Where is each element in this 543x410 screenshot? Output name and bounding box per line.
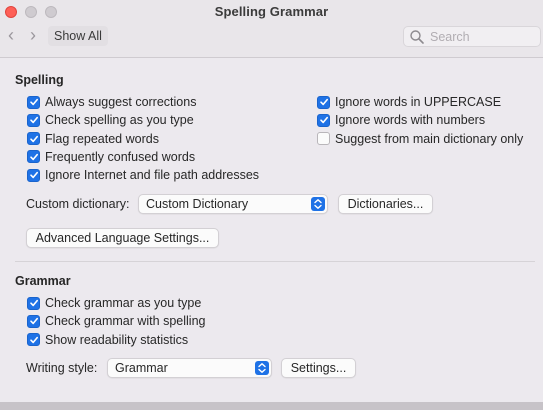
- checkmark-icon: [29, 135, 38, 142]
- spelling-option[interactable]: Always suggest corrections: [27, 94, 196, 110]
- writing-style-select[interactable]: Grammar: [107, 358, 272, 378]
- spelling-option[interactable]: Ignore words in UPPERCASE: [317, 94, 501, 110]
- checkbox-checked[interactable]: [317, 113, 330, 127]
- checkbox-checked[interactable]: [27, 314, 40, 328]
- show-all-button[interactable]: Show All: [48, 26, 108, 46]
- checkbox-checked[interactable]: [27, 132, 40, 146]
- checkmark-icon: [29, 117, 38, 124]
- back-arrow-icon[interactable]: ‹: [8, 26, 14, 44]
- search-field[interactable]: Search: [403, 26, 541, 47]
- advanced-language-settings-button[interactable]: Advanced Language Settings...: [26, 228, 219, 248]
- checkbox-label: Frequently confused words: [45, 149, 196, 164]
- checkmark-icon: [29, 171, 38, 179]
- section-divider: [15, 261, 535, 262]
- checkmark-icon: [319, 117, 328, 124]
- writing-style-settings-button[interactable]: Settings...: [281, 358, 356, 378]
- checkbox-label: Check grammar with spelling: [45, 314, 206, 329]
- checkbox-checked[interactable]: [27, 150, 40, 164]
- writing-style-label: Writing style:: [26, 361, 98, 375]
- checkmark-icon: [29, 98, 38, 106]
- checkmark-icon: [29, 318, 38, 325]
- checkbox-label: Suggest from main dictionary only: [335, 131, 524, 146]
- spelling-option[interactable]: Ignore Internet and file path addresses: [27, 167, 259, 183]
- spelling-option[interactable]: Frequently confused words: [27, 149, 195, 165]
- checkbox-label: Show readability statistics: [45, 332, 189, 347]
- checkbox-checked[interactable]: [27, 95, 40, 109]
- checkbox-label: Ignore Internet and file path addresses: [45, 168, 260, 183]
- spelling-option[interactable]: Check spelling as you type: [27, 112, 194, 128]
- grammar-heading: Grammar: [15, 274, 71, 288]
- grammar-option[interactable]: Check grammar as you type: [27, 295, 201, 311]
- checkbox-label: Ignore words with numbers: [335, 113, 486, 128]
- checkmark-icon: [29, 336, 38, 343]
- custom-dictionary-label: Custom dictionary:: [26, 197, 130, 211]
- underlying-window-edge: [0, 402, 543, 410]
- checkbox-label: Check spelling as you type: [45, 113, 194, 128]
- checkmark-icon: [29, 299, 38, 307]
- checkbox-checked[interactable]: [27, 333, 40, 347]
- checkmark-icon: [319, 98, 328, 106]
- spelling-option[interactable]: Flag repeated words: [27, 131, 159, 147]
- writing-style-value: Grammar: [115, 361, 168, 375]
- spelling-option[interactable]: Suggest from main dictionary only: [317, 131, 523, 147]
- checkbox-label: Ignore words in UPPERCASE: [335, 95, 502, 109]
- forward-arrow-icon[interactable]: ›: [30, 26, 36, 44]
- preferences-window: Spelling Grammar ‹ › Show All Search Spe…: [0, 0, 543, 410]
- checkbox-unchecked[interactable]: [317, 132, 330, 146]
- checkbox-checked[interactable]: [317, 95, 330, 109]
- grammar-option[interactable]: Show readability statistics: [27, 332, 188, 348]
- spelling-heading: Spelling: [15, 73, 64, 87]
- search-icon: [410, 29, 424, 44]
- window-title: Spelling Grammar: [214, 4, 329, 19]
- search-placeholder: Search: [430, 29, 470, 44]
- checkbox-checked[interactable]: [27, 113, 40, 127]
- checkbox-label: Flag repeated words: [45, 131, 159, 146]
- custom-dictionary-select[interactable]: Custom Dictionary: [138, 194, 328, 214]
- checkmark-icon: [29, 153, 38, 161]
- checkbox-checked[interactable]: [27, 168, 40, 182]
- grammar-option[interactable]: Check grammar with spelling: [27, 313, 205, 329]
- title-bar: Spelling Grammar ‹ › Show All Search: [0, 0, 543, 58]
- checkbox-checked[interactable]: [27, 296, 40, 310]
- dictionaries-button[interactable]: Dictionaries...: [338, 194, 433, 214]
- checkbox-label: Always suggest corrections: [45, 95, 197, 109]
- checkbox-label: Check grammar as you type: [45, 296, 202, 310]
- spelling-option[interactable]: Ignore words with numbers: [317, 112, 485, 128]
- up-down-chevron-icon: [311, 197, 325, 211]
- up-down-chevron-icon: [255, 361, 269, 375]
- custom-dictionary-value: Custom Dictionary: [146, 197, 249, 211]
